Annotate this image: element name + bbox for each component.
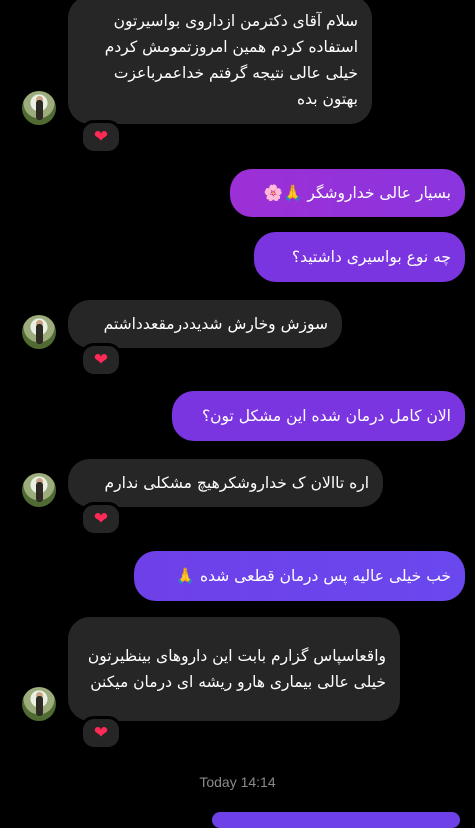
avatar[interactable] (22, 315, 56, 349)
message-text: واقعاسپاس گزارم بابت این داروهای بینظیرت… (87, 647, 386, 691)
partial-sent-message-bubble[interactable] (212, 812, 460, 828)
message-text: سوزش وخارش شدیددرمقعدداشتم (103, 315, 328, 333)
timestamp: Today 14:14 (199, 774, 276, 790)
avatar[interactable] (22, 687, 56, 721)
heart-reaction[interactable]: ❤ (80, 343, 122, 377)
heart-icon: ❤ (93, 509, 109, 529)
sent-message-bubble[interactable]: بسیار عالی خداروشگر 🙏🌸 (230, 169, 465, 217)
sent-message-bubble[interactable]: الان کامل درمان شده این مشکل تون؟ (172, 391, 465, 441)
heart-icon: ❤ (93, 350, 109, 370)
avatar[interactable] (22, 473, 56, 507)
message-text: چه نوع بواسیری داشتید؟ (291, 248, 451, 266)
message-text: بسیار عالی خداروشگر 🙏🌸 (263, 184, 451, 202)
message-text: الان کامل درمان شده این مشکل تون؟ (201, 407, 451, 425)
message-text: سلام آقای دکترمن ازداروی بواسیرتون استفا… (104, 12, 358, 108)
heart-reaction[interactable]: ❤ (80, 502, 122, 536)
received-message-bubble[interactable]: واقعاسپاس گزارم بابت این داروهای بینظیرت… (68, 617, 400, 721)
heart-reaction[interactable]: ❤ (80, 120, 122, 154)
message-text: خب خیلی عالیه پس درمان قطعی شده 🙏 (175, 567, 451, 585)
received-message-bubble[interactable]: سوزش وخارش شدیددرمقعدداشتم (68, 300, 342, 348)
received-message-bubble[interactable]: اره تاالان ک خداروشکرهیچ مشکلی ندارم (68, 459, 383, 507)
message-text: اره تاالان ک خداروشکرهیچ مشکلی ندارم (104, 474, 369, 492)
heart-icon: ❤ (93, 723, 109, 743)
heart-reaction[interactable]: ❤ (80, 716, 122, 750)
sent-message-bubble[interactable]: چه نوع بواسیری داشتید؟ (254, 232, 465, 282)
heart-icon: ❤ (93, 127, 109, 147)
sent-message-bubble[interactable]: خب خیلی عالیه پس درمان قطعی شده 🙏 (134, 551, 465, 601)
received-message-bubble[interactable]: سلام آقای دکترمن ازداروی بواسیرتون استفا… (68, 0, 372, 124)
avatar[interactable] (22, 91, 56, 125)
